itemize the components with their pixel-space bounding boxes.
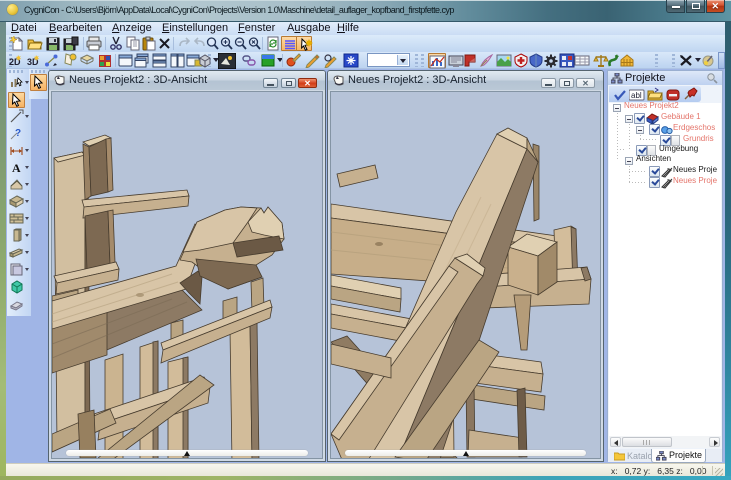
svg-text:A: A (12, 161, 21, 175)
svg-text:abl: abl (631, 91, 642, 100)
svg-text:?: ? (15, 128, 21, 139)
